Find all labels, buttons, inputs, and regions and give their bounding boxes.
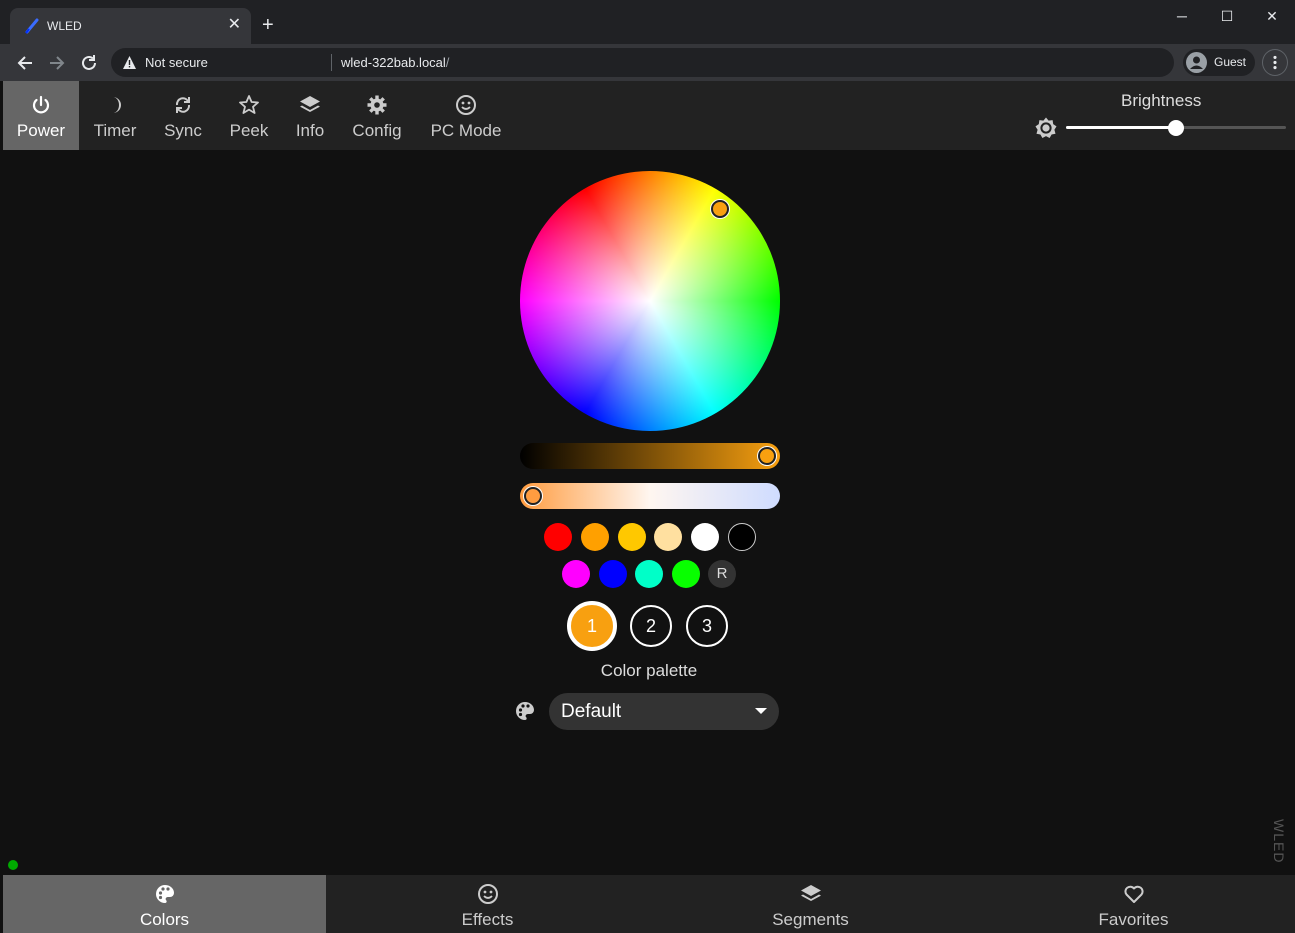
quick-color-swatch[interactable] [635, 560, 664, 588]
chevron-down-icon [755, 708, 767, 714]
pc-mode-label: PC Mode [430, 121, 502, 140]
omnibox-divider [331, 54, 332, 71]
quick-color-swatch[interactable] [544, 523, 572, 551]
profile-name: Guest [1214, 55, 1247, 69]
tab-title: WLED [47, 19, 82, 33]
new-tab-button[interactable]: + [262, 15, 274, 35]
tab-segments[interactable]: Segments [649, 875, 972, 933]
quick-color-swatch[interactable] [671, 560, 700, 588]
security-label[interactable]: Not secure [145, 55, 208, 70]
smiley-icon [477, 884, 498, 904]
color-wheel-handle[interactable] [711, 200, 729, 218]
palette-icon [155, 885, 174, 903]
browser-titlebar: WLED ✕ + ─ ☐ ✕ [0, 0, 1295, 44]
color-wheel[interactable] [520, 171, 780, 431]
quick-color-swatch[interactable] [691, 523, 720, 551]
wled-app: Power Timer Sync Peek Info Config PC Mod… [3, 81, 1295, 933]
back-icon[interactable] [14, 52, 36, 74]
browser-tab[interactable]: WLED ✕ [10, 8, 251, 44]
profile-button[interactable]: Guest [1183, 49, 1255, 76]
color-slot-2[interactable]: 2 [630, 605, 672, 647]
wled-logo-icon [25, 18, 39, 34]
tab-colors-label: Colors [139, 910, 190, 929]
tab-favorites[interactable]: Favorites [972, 875, 1295, 933]
config-label: Config [352, 121, 402, 140]
bottom-navigation: Colors Effects Segments Favorites [3, 875, 1295, 933]
brightness-icon [1035, 117, 1057, 138]
peek-label: Peek [229, 121, 269, 140]
sync-label: Sync [164, 121, 202, 140]
top-navigation: Power Timer Sync Peek Info Config PC Mod… [3, 81, 1295, 150]
timer-button[interactable]: Timer [82, 81, 148, 150]
kelvin-slider-handle[interactable] [524, 487, 542, 505]
tab-effects[interactable]: Effects [326, 875, 649, 933]
power-icon [32, 95, 50, 114]
peek-button[interactable]: Peek [221, 81, 277, 150]
heart-icon [1123, 885, 1144, 903]
url-text[interactable]: wled-322bab.local/ [341, 55, 449, 70]
info-button[interactable]: Info [285, 81, 335, 150]
star-icon [239, 95, 259, 114]
brightness-slider[interactable] [1066, 120, 1286, 136]
smiley-icon [456, 95, 476, 115]
close-window-button[interactable]: ✕ [1249, 6, 1295, 26]
palette-icon [516, 702, 534, 720]
connection-status-indicator [8, 860, 18, 870]
quick-color-swatch[interactable] [562, 560, 590, 588]
palette-selected-value: Default [561, 701, 622, 722]
minimize-button[interactable]: ─ [1159, 6, 1205, 26]
address-bar[interactable]: Not secure wled-322bab.local/ [111, 48, 1174, 77]
value-slider-handle[interactable] [758, 447, 776, 465]
brightness-fill [1066, 126, 1176, 129]
url-path: / [445, 55, 450, 70]
quick-color-swatch[interactable] [580, 523, 609, 551]
info-label: Info [295, 121, 325, 140]
wled-watermark: WLED [1271, 819, 1287, 864]
tab-close-icon[interactable]: ✕ [228, 17, 241, 33]
gear-icon [367, 95, 387, 115]
quick-color-swatch[interactable] [654, 523, 683, 551]
brightness-label: Brightness [1121, 91, 1202, 110]
maximize-button[interactable]: ☐ [1204, 6, 1250, 26]
tab-effects-label: Effects [461, 910, 514, 929]
tab-segments-label: Segments [772, 910, 849, 929]
reload-icon[interactable] [78, 52, 100, 74]
browser-toolbar: Not secure wled-322bab.local/ Guest [0, 44, 1295, 81]
power-button[interactable]: Power [3, 81, 79, 150]
palette-select[interactable]: Default [549, 693, 779, 730]
random-color-button[interactable]: R [708, 560, 736, 588]
color-slot-3[interactable]: 3 [686, 605, 728, 647]
color-wheel-saturation [520, 171, 780, 431]
forward-icon[interactable] [46, 52, 68, 74]
warning-icon[interactable] [122, 55, 137, 70]
browser-menu-icon[interactable] [1262, 49, 1288, 76]
power-label: Power [16, 121, 66, 140]
brightness-thumb[interactable] [1168, 120, 1184, 136]
moon-icon [113, 97, 121, 113]
quick-color-swatch[interactable] [598, 560, 627, 588]
pc-mode-button[interactable]: PC Mode [421, 81, 511, 150]
tab-favorites-label: Favorites [1098, 910, 1169, 929]
kelvin-slider[interactable] [520, 483, 780, 509]
sync-icon [175, 97, 191, 113]
value-slider[interactable] [520, 443, 780, 469]
sync-button[interactable]: Sync [153, 81, 213, 150]
layers-icon [300, 96, 320, 112]
quick-color-swatch[interactable] [728, 523, 756, 551]
layers-icon [800, 885, 821, 901]
avatar-icon [1186, 52, 1207, 73]
palette-label: Color palette [600, 661, 698, 680]
config-button[interactable]: Config [344, 81, 410, 150]
timer-label: Timer [93, 121, 137, 140]
color-slot-1[interactable]: 1 [567, 601, 617, 651]
tab-colors[interactable]: Colors [3, 875, 326, 933]
quick-color-swatch[interactable] [617, 523, 646, 551]
url-host: wled-322bab.local [341, 55, 446, 70]
